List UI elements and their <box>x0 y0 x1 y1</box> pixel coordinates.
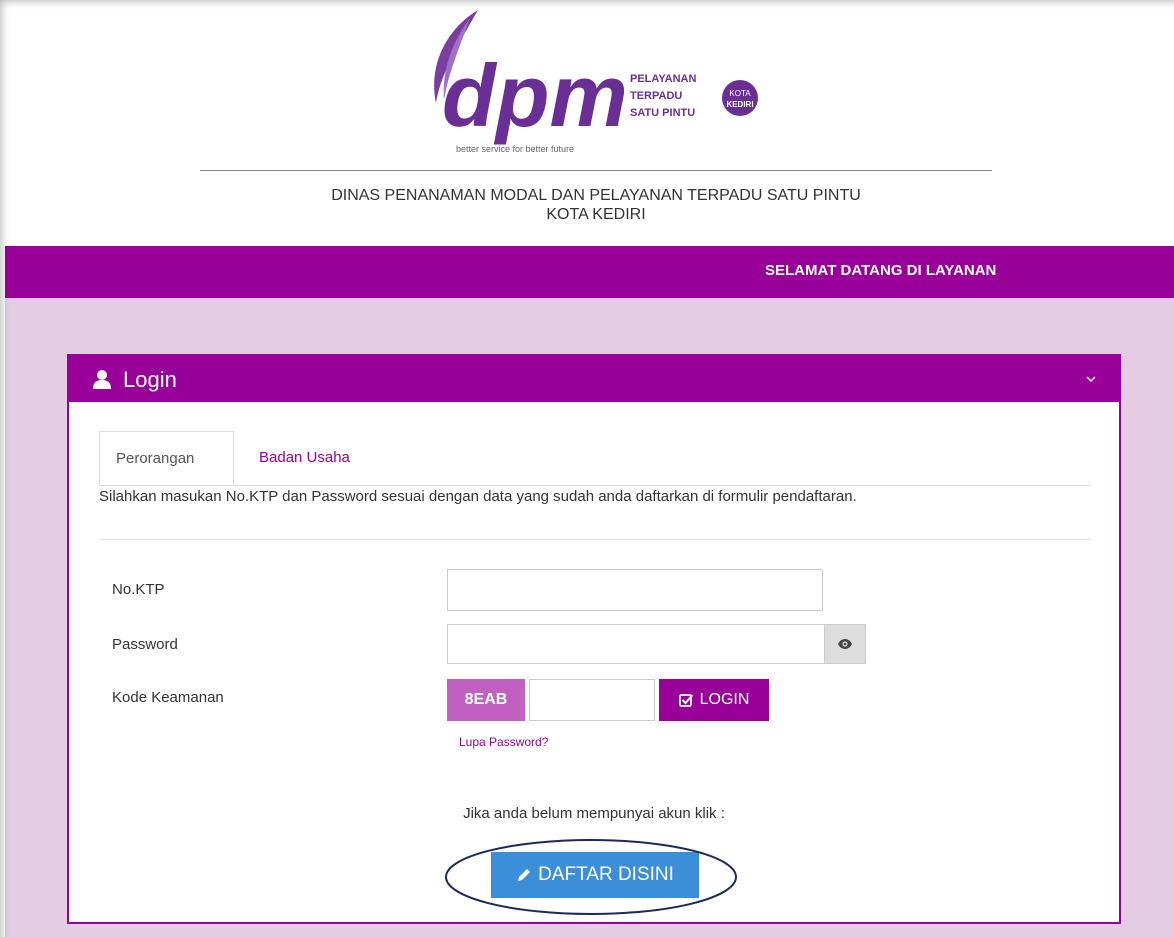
register-button-label: DAFTAR DISINI <box>538 864 674 885</box>
dpm-logo: dpm PELAYANAN TERPADU SATU PINTU KOTA KE… <box>434 10 758 145</box>
organization-name: DINAS PENANAMAN MODAL DAN PELAYANAN TERP… <box>200 186 992 224</box>
forgot-password-link[interactable]: Lupa Password? <box>459 735 548 749</box>
login-panel-header: Login <box>69 356 1119 402</box>
login-button-label: LOGIN <box>699 691 750 708</box>
login-panel: Login Perorangan Badan Usaha Silahkan ma… <box>67 354 1121 924</box>
welcome-bar: SELAMAT DATANG DI LAYANAN <box>5 246 1174 298</box>
welcome-marquee: SELAMAT DATANG DI LAYANAN <box>765 262 997 279</box>
org-name-line2: KOTA KEDIRI <box>546 206 646 223</box>
show-password-button[interactable] <box>824 624 866 664</box>
password-input[interactable] <box>447 624 825 664</box>
captcha-code: 8EAB <box>447 679 525 721</box>
security-code-label: Kode Keamanan <box>112 689 224 706</box>
login-type-tabs: Perorangan Badan Usaha <box>99 431 1091 486</box>
checkbox-icon <box>678 694 693 707</box>
ktp-input[interactable] <box>447 569 823 611</box>
svg-text:TERPADU: TERPADU <box>630 90 682 102</box>
login-instructions: Silahkan masukan No.KTP dan Password ses… <box>99 488 857 505</box>
login-button[interactable]: LOGIN <box>659 679 769 721</box>
tab-badan-usaha[interactable]: Badan Usaha <box>243 431 366 485</box>
pencil-icon <box>518 869 531 881</box>
form-divider <box>99 539 1091 540</box>
password-label: Password <box>112 636 178 653</box>
site-header: dpm PELAYANAN TERPADU SATU PINTU KOTA KE… <box>0 0 1174 246</box>
svg-text:dpm: dpm <box>442 46 628 145</box>
header-divider <box>200 170 992 171</box>
svg-text:KOTA: KOTA <box>729 89 751 98</box>
user-icon <box>93 370 111 389</box>
chevron-down-icon[interactable] <box>1085 373 1097 385</box>
ktp-label: No.KTP <box>112 581 165 598</box>
no-account-text: Jika anda belum mempunyai akun klik : <box>463 805 725 822</box>
security-code-input[interactable] <box>529 679 655 721</box>
svg-text:PELAYANAN: PELAYANAN <box>630 73 696 85</box>
logo-tagline: better service for better future <box>456 144 575 154</box>
tab-perorangan[interactable]: Perorangan <box>99 431 234 485</box>
org-name-line1: DINAS PENANAMAN MODAL DAN PELAYANAN TERP… <box>331 187 861 204</box>
login-panel-title: Login <box>123 367 177 392</box>
eye-icon <box>838 639 852 649</box>
svg-text:KEDIRI: KEDIRI <box>726 100 753 109</box>
svg-text:SATU PINTU: SATU PINTU <box>630 107 695 119</box>
register-button[interactable]: DAFTAR DISINI <box>491 852 699 898</box>
